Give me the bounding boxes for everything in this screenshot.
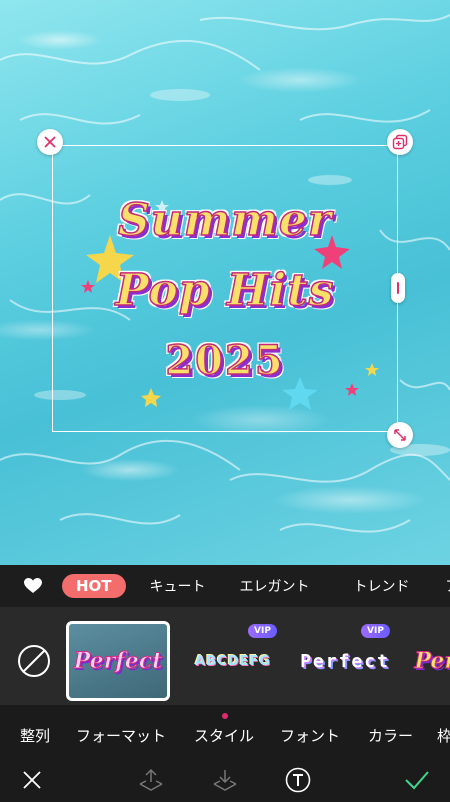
tab-border[interactable]: 枠	[437, 725, 450, 746]
resize-icon	[394, 429, 406, 441]
layer-up-icon	[139, 768, 163, 791]
check-icon	[405, 771, 429, 790]
action-bar	[0, 761, 450, 802]
side-stretch-handle[interactable]	[391, 273, 405, 303]
vip-badge: VIP	[361, 624, 390, 638]
tab-color[interactable]: カラー	[368, 725, 413, 746]
layer-down-icon	[213, 770, 237, 791]
duplicate-sticker-button[interactable]	[387, 129, 413, 155]
cancel-button[interactable]	[17, 765, 47, 795]
send-backward-button[interactable]	[210, 765, 240, 795]
preset-label: Perfect	[73, 648, 163, 675]
duplicate-icon	[392, 134, 408, 150]
text-t-icon	[285, 767, 311, 793]
active-tab-indicator	[222, 713, 228, 719]
none-icon	[18, 645, 50, 677]
category-cute[interactable]: キュート	[150, 576, 206, 596]
delete-sticker-button[interactable]	[37, 129, 63, 155]
tab-format[interactable]: フォーマット	[76, 725, 166, 746]
tab-align[interactable]: 整列	[20, 725, 50, 746]
sticker-line-2: Pop Hits	[115, 264, 335, 317]
style-category-bar: HOT キュート エレガント トレンド ア	[0, 565, 450, 607]
vip-badge: VIP	[248, 624, 277, 638]
text-sticker[interactable]: Summer Pop Hits 2025	[52, 145, 398, 432]
preset-label: Perf	[414, 648, 450, 675]
confirm-button[interactable]	[402, 765, 432, 795]
text-edit-button[interactable]	[283, 765, 313, 795]
preset-label: ABCDEFG	[195, 653, 271, 669]
category-more[interactable]: ア	[446, 576, 450, 596]
preset-label: Perfect	[300, 650, 390, 672]
style-preset-strip: Perfect ABCDEFG VIP Perfect VIP Perf	[0, 607, 450, 705]
no-style-button[interactable]	[17, 644, 51, 678]
category-hot[interactable]: HOT	[62, 574, 126, 598]
category-trend[interactable]: トレンド	[354, 576, 410, 596]
photo-canvas[interactable]: Summer Pop Hits 2025	[0, 0, 450, 565]
style-preset-selected[interactable]: Perfect	[66, 621, 170, 701]
favorites-heart-icon[interactable]	[24, 576, 42, 596]
tab-font[interactable]: フォント	[280, 725, 340, 746]
close-icon	[44, 136, 56, 148]
category-elegant[interactable]: エレガント	[240, 576, 310, 596]
close-icon	[23, 771, 41, 789]
edit-tab-bar: 整列 フォーマット スタイル フォント カラー 枠	[0, 705, 450, 761]
style-preset[interactable]: Perf	[410, 621, 450, 701]
bring-forward-button[interactable]	[136, 765, 166, 795]
sticker-line-1: Summer	[117, 194, 333, 247]
sticker-line-3: 2025	[165, 336, 285, 385]
tab-style[interactable]: スタイル	[194, 725, 254, 746]
resize-rotate-handle[interactable]	[387, 422, 413, 448]
